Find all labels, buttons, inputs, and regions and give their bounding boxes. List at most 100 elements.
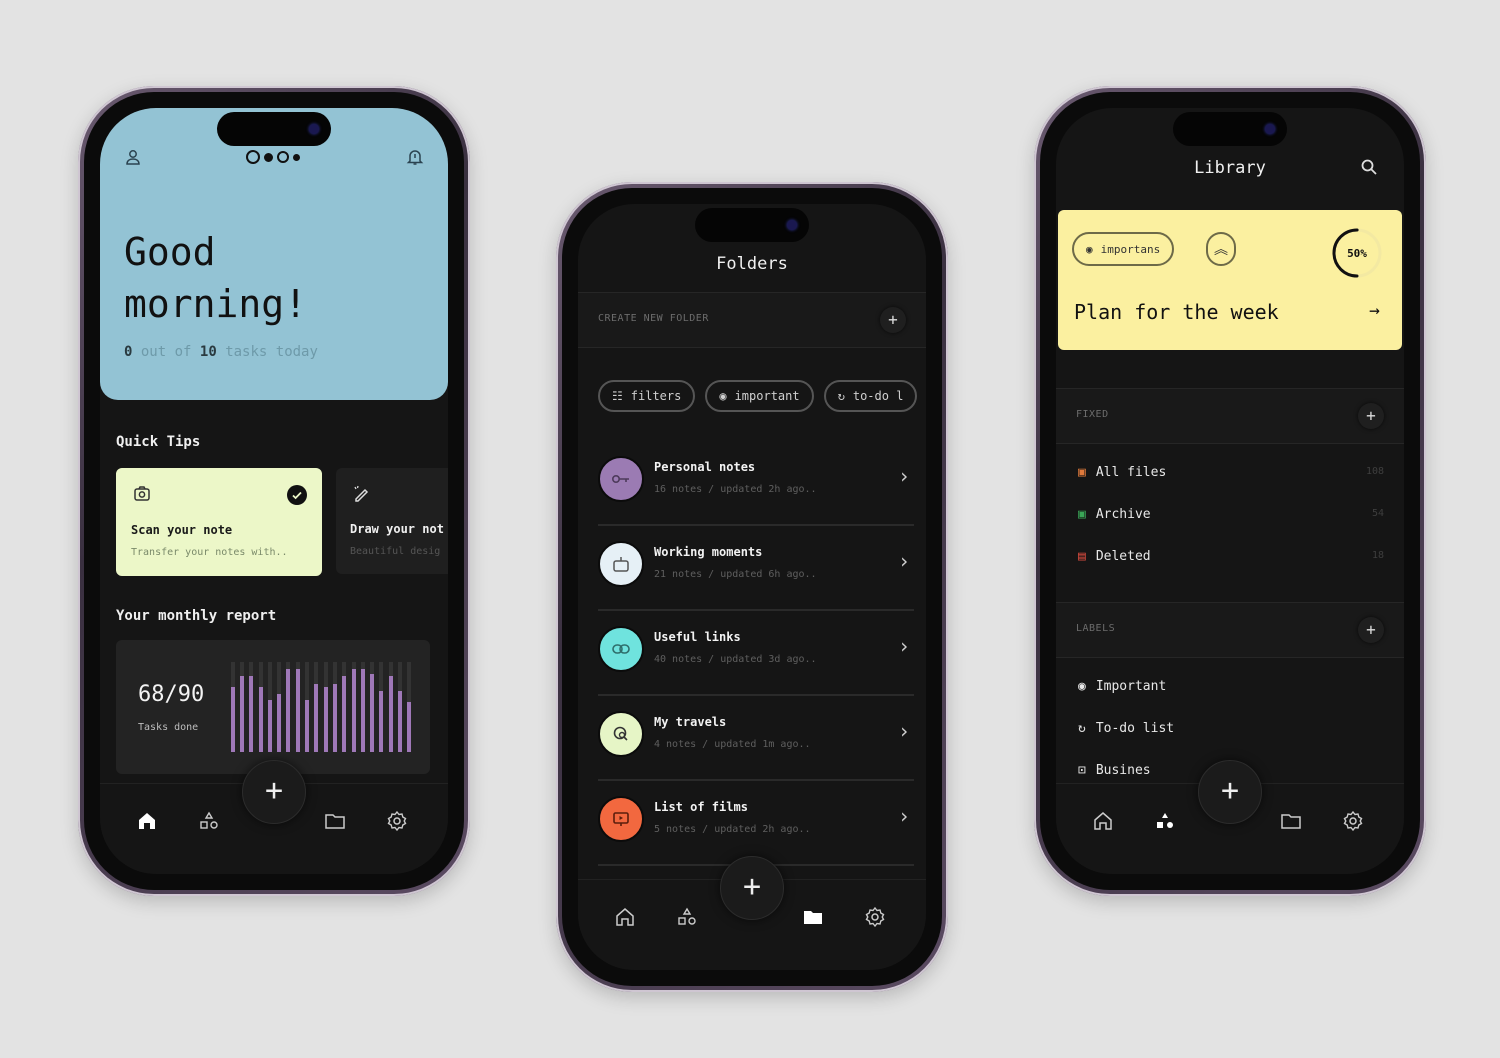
dot-ring bbox=[277, 151, 289, 163]
chip-todo[interactable]: ↻ to-do l bbox=[823, 380, 918, 412]
add-fixed-button[interactable]: + bbox=[1358, 403, 1384, 429]
home-icon[interactable] bbox=[1092, 810, 1114, 832]
pencil-sparkle-icon bbox=[354, 485, 369, 502]
dot-filled bbox=[293, 153, 300, 161]
fixed-section-header: FIXED + bbox=[1056, 388, 1404, 444]
fixed-item-archive[interactable]: ▣ Archive bbox=[1078, 504, 1151, 524]
briefcase-icon bbox=[598, 541, 644, 587]
report-bar bbox=[351, 662, 356, 752]
folder-icon[interactable] bbox=[802, 906, 824, 928]
settings-icon[interactable] bbox=[1342, 810, 1364, 832]
folder-row[interactable]: Personal notes 16 notes / updated 2h ago… bbox=[598, 440, 914, 526]
home-icon[interactable] bbox=[136, 810, 158, 832]
add-button[interactable]: + bbox=[720, 856, 784, 920]
label-item-business[interactable]: ⊡ Busines bbox=[1078, 760, 1151, 780]
radio-dot-icon: ◉ bbox=[1086, 242, 1093, 256]
create-folder-button[interactable]: + bbox=[880, 307, 906, 333]
chip-filters[interactable]: ☷ filters bbox=[598, 380, 696, 412]
add-button[interactable]: + bbox=[242, 760, 306, 824]
camera-dot bbox=[309, 124, 319, 134]
report-bar bbox=[258, 662, 263, 752]
shapes-icon[interactable] bbox=[198, 810, 220, 832]
dynamic-island bbox=[1173, 112, 1287, 146]
item-label: Busines bbox=[1095, 762, 1151, 778]
files-icon: ▣ bbox=[1078, 464, 1086, 480]
plan-title: Plan for the week bbox=[1074, 300, 1279, 324]
home-screen: Good morning! 0 out of 10 tasks today Qu… bbox=[100, 108, 448, 874]
add-label-button[interactable]: + bbox=[1358, 617, 1384, 643]
report-bar bbox=[398, 662, 403, 752]
library-screen: Library ◉ importans ︽ 50% Plan for the we… bbox=[1056, 108, 1404, 874]
report-bar bbox=[305, 662, 310, 752]
priority-chip[interactable]: ︽ bbox=[1206, 232, 1236, 266]
tip-card-draw[interactable]: Draw your not Beautiful desig bbox=[336, 468, 448, 574]
report-bar-fill bbox=[239, 675, 244, 752]
phone-folders: Folders CREATE NEW FOLDER + ☷ filters ◉ im… bbox=[556, 182, 948, 992]
add-button[interactable]: + bbox=[1198, 760, 1262, 824]
chevrons-up-icon: ︽ bbox=[1214, 242, 1228, 258]
phone-home: Good morning! 0 out of 10 tasks today Qu… bbox=[78, 86, 470, 896]
report-bar-fill bbox=[249, 675, 254, 752]
radio-dot-icon: ◉ bbox=[719, 389, 727, 403]
play-screen-icon bbox=[598, 796, 644, 842]
link-icon bbox=[598, 626, 644, 672]
report-bar bbox=[407, 662, 412, 752]
chip-important[interactable]: ◉ important bbox=[705, 380, 814, 412]
user-icon[interactable] bbox=[124, 148, 142, 166]
fixed-item-all-files[interactable]: ▣ All files bbox=[1078, 462, 1166, 482]
search-icon[interactable] bbox=[1360, 158, 1378, 176]
folder-row[interactable]: Working moments 21 notes / updated 6h ag… bbox=[598, 525, 914, 611]
create-folder-row[interactable]: CREATE NEW FOLDER + bbox=[578, 292, 926, 348]
bell-icon[interactable] bbox=[406, 148, 424, 166]
report-bar bbox=[286, 662, 291, 752]
fixed-label: FIXED bbox=[1076, 409, 1109, 420]
folder-row[interactable]: List of films 5 notes / updated 2h ago..… bbox=[598, 780, 914, 866]
label-item-todo[interactable]: ↻ To-do list bbox=[1078, 718, 1174, 738]
labels-section-header: LABELS + bbox=[1056, 602, 1404, 658]
shapes-icon[interactable] bbox=[676, 906, 698, 928]
report-bar bbox=[379, 662, 384, 752]
home-icon[interactable] bbox=[614, 906, 636, 928]
greeting-line-1: Good bbox=[124, 230, 216, 274]
settings-icon[interactable] bbox=[864, 906, 886, 928]
report-bar bbox=[239, 662, 244, 752]
folder-row[interactable]: Useful links 40 notes / updated 3d ago..… bbox=[598, 610, 914, 696]
report-bar bbox=[267, 662, 272, 752]
arrow-right-icon[interactable]: → bbox=[1369, 300, 1380, 321]
report-bar-fill bbox=[379, 690, 384, 752]
folder-name: My travels bbox=[654, 715, 727, 729]
chip-label: filters bbox=[630, 389, 682, 403]
shapes-icon[interactable] bbox=[1154, 810, 1176, 832]
report-bar-fill bbox=[295, 669, 300, 752]
tip-card-scan[interactable]: Scan your note Transfer your notes with.… bbox=[116, 468, 322, 576]
tag-chip[interactable]: ◉ importans bbox=[1072, 232, 1175, 266]
folder-icon[interactable] bbox=[324, 810, 346, 832]
folder-name: Useful links bbox=[654, 630, 741, 644]
archive-icon: ▣ bbox=[1078, 506, 1086, 522]
dynamic-island bbox=[695, 208, 809, 242]
settings-icon[interactable] bbox=[386, 810, 408, 832]
filter-chips: ☷ filters ◉ important ↻ to-do l bbox=[598, 380, 918, 412]
report-bar-fill bbox=[351, 669, 356, 752]
plan-card[interactable]: ◉ importans ︽ 50% Plan for the week → bbox=[1058, 210, 1402, 350]
label-item-important[interactable]: ◉ Important bbox=[1078, 676, 1166, 696]
page-title: Library bbox=[1194, 158, 1266, 178]
report-bar bbox=[249, 662, 254, 752]
folder-row[interactable]: My travels 4 notes / updated 1m ago.. › bbox=[598, 695, 914, 781]
globe-search-icon bbox=[598, 711, 644, 757]
folder-icon[interactable] bbox=[1280, 810, 1302, 832]
item-count: 18 bbox=[1371, 550, 1384, 561]
tip-desc: Beautiful desig bbox=[350, 546, 441, 557]
check-icon[interactable] bbox=[287, 485, 307, 505]
key-icon bbox=[598, 456, 644, 502]
report-label: Tasks done bbox=[138, 722, 199, 733]
phone-library: Library ◉ importans ︽ 50% Plan for the we… bbox=[1034, 86, 1426, 896]
fixed-item-deleted[interactable]: ▤ Deleted bbox=[1078, 546, 1151, 566]
chevron-right-icon: › bbox=[897, 549, 910, 573]
item-label: All files bbox=[1095, 464, 1167, 480]
create-folder-label: CREATE NEW FOLDER bbox=[598, 313, 709, 324]
item-label: To-do list bbox=[1095, 720, 1175, 736]
report-bar-chart bbox=[228, 662, 414, 752]
report-bar-fill bbox=[388, 675, 393, 752]
chevron-right-icon: › bbox=[897, 804, 910, 828]
